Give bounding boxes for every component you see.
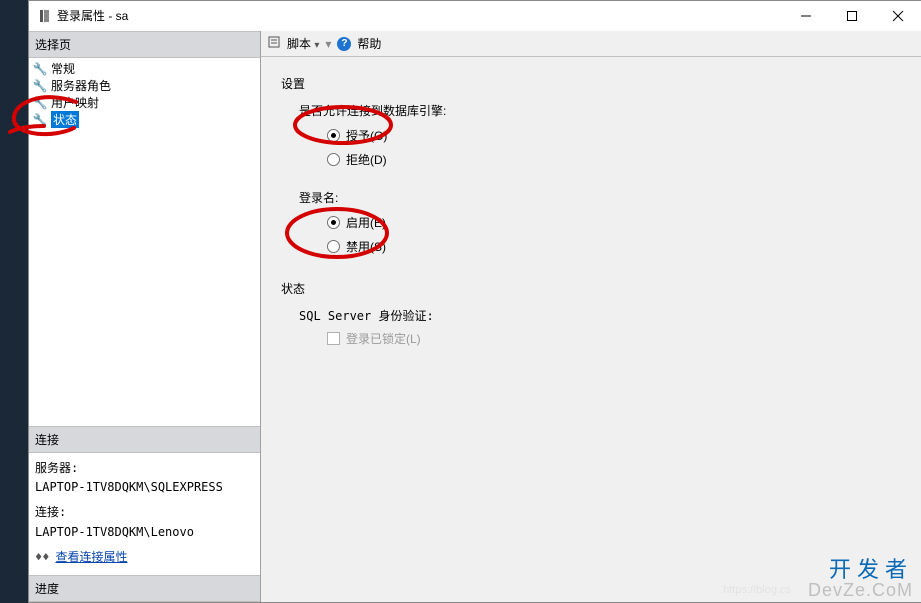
dialog-window: 登录属性 - sa 选择页 🔧 常规 [28,0,921,603]
help-icon: ? [337,37,351,51]
sql-auth-label: SQL Server 身份验证: [299,307,901,324]
checkbox-icon [327,332,340,345]
script-icon [267,35,281,52]
select-page-header: 选择页 [29,31,260,58]
page-item-status[interactable]: 🔧 状态 [31,111,260,128]
page-item-user-mapping[interactable]: 🔧 用户映射 [31,94,260,111]
radio-grant[interactable]: 授予(G) [327,125,901,145]
wrench-icon: 🔧 [33,62,47,76]
radio-deny-label: 拒绝(D) [346,151,387,168]
status-heading: 状态 [281,280,901,297]
wrench-icon: 🔧 [33,113,47,127]
status-page-content: 设置 是否允许连接到数据库引擎: 授予(G) 拒绝(D) 登录名: 启用(E) [261,57,921,602]
radio-icon [327,129,340,142]
radio-disabled[interactable]: 禁用(S) [327,236,901,256]
server-value: LAPTOP-1TV8DQKM\SQLEXPRESS [35,478,254,497]
connection-value: LAPTOP-1TV8DQKM\Lenovo [35,523,254,542]
maximize-button[interactable] [829,1,875,30]
radio-icon [327,240,340,253]
wrench-icon: 🔧 [33,96,47,110]
radio-deny[interactable]: 拒绝(D) [327,149,901,169]
connection-label: 连接: [35,503,254,522]
view-connection-props-link[interactable]: 查看连接属性 [55,548,127,567]
login-locked-checkbox: 登录已锁定(L) [327,330,901,347]
left-panel: 选择页 🔧 常规 🔧 服务器角色 🔧 用户映射 🔧 [29,31,261,602]
connection-header: 连接 [29,426,260,453]
content-panel: 脚本 ▾ ▾ ? 帮助 设置 是否允许连接到数据库引擎: 授予(G) 拒绝(D) [261,31,921,602]
faint-url-watermark: https://blog.cs [723,584,791,596]
radio-grant-label: 授予(G) [346,127,387,144]
radio-icon [327,153,340,166]
titlebar[interactable]: 登录属性 - sa [29,1,921,31]
page-list: 🔧 常规 🔧 服务器角色 🔧 用户映射 🔧 状态 [29,58,260,130]
settings-heading: 设置 [281,75,901,92]
wrench-icon: 🔧 [33,79,47,93]
app-icon [37,9,51,23]
login-locked-label: 登录已锁定(L) [346,330,421,347]
help-button[interactable]: 帮助 [357,35,381,52]
progress-header: 进度 [29,575,260,602]
page-item-general[interactable]: 🔧 常规 [31,60,260,77]
minimize-button[interactable] [783,1,829,30]
radio-enabled[interactable]: 启用(E) [327,212,901,232]
close-button[interactable] [875,1,921,30]
script-dropdown[interactable]: 脚本 ▾ [287,35,319,52]
content-toolbar: 脚本 ▾ ▾ ? 帮助 [261,31,921,57]
window-title: 登录属性 - sa [57,7,128,24]
toolbar-separator: ▾ [325,37,331,51]
connection-info: 服务器: LAPTOP-1TV8DQKM\SQLEXPRESS 连接: LAPT… [29,453,260,575]
connection-props-icon: ♦♦ [35,548,49,567]
radio-enabled-label: 启用(E) [346,214,386,231]
radio-disabled-label: 禁用(S) [346,238,386,255]
permission-group-label: 是否允许连接到数据库引擎: [299,102,901,119]
server-label: 服务器: [35,459,254,478]
page-item-server-roles[interactable]: 🔧 服务器角色 [31,77,260,94]
login-group-label: 登录名: [299,189,901,206]
radio-icon [327,216,340,229]
